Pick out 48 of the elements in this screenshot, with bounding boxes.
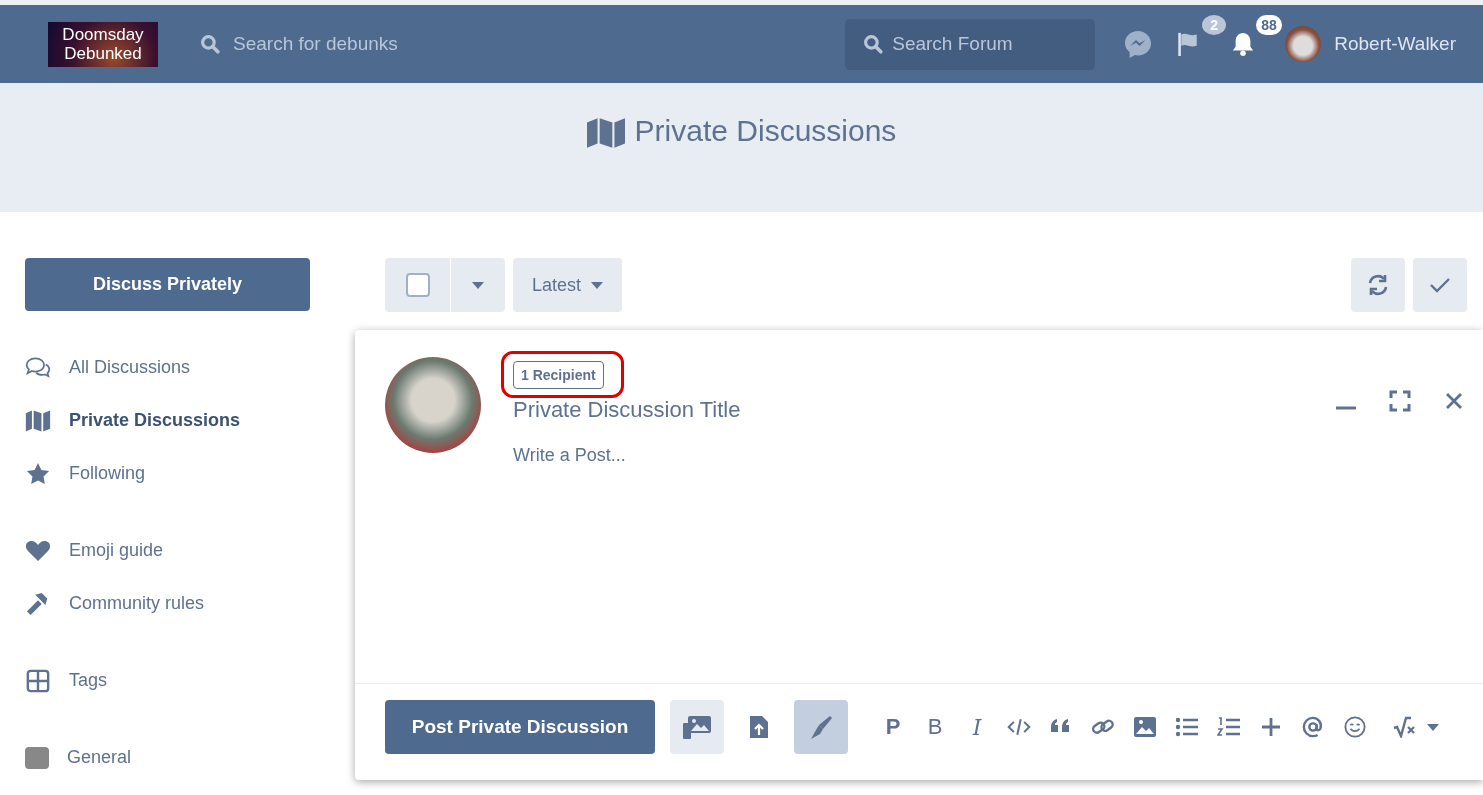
map-icon [25, 408, 51, 433]
images-icon [682, 714, 712, 740]
discuss-privately-button[interactable]: Discuss Privately [25, 258, 310, 311]
square-root-dropdown-icon[interactable] [1393, 716, 1441, 738]
username[interactable]: Robert-Walker [1334, 33, 1456, 55]
count-badge: 2 [1202, 15, 1227, 35]
caret-icon [591, 281, 604, 289]
search-icon [200, 33, 221, 55]
comments-icon [25, 355, 51, 380]
search-icon [863, 33, 885, 55]
pen-button[interactable] [794, 700, 848, 754]
format-button[interactable]: B [923, 714, 947, 740]
nav-item[interactable]: Following [25, 447, 310, 500]
smiley-icon[interactable] [1343, 716, 1367, 738]
at-sign-icon[interactable] [1301, 716, 1325, 738]
image-icon[interactable] [1133, 716, 1157, 738]
bullet-list-icon[interactable] [1175, 716, 1199, 738]
nav-item[interactable]: Tags [25, 654, 310, 707]
format-button[interactable]: P [881, 714, 905, 740]
refresh-icon [1366, 273, 1390, 297]
post-private-discussion-button[interactable]: Post Private Discussion [385, 700, 655, 754]
star-icon [25, 461, 51, 486]
heart-icon [25, 538, 51, 563]
avatar[interactable] [1285, 26, 1322, 62]
nav-item[interactable]: General [25, 731, 310, 784]
nav-item[interactable]: Private Discussions [25, 394, 310, 447]
refresh-button[interactable] [1351, 258, 1405, 312]
sort-dropdown[interactable]: Latest [513, 258, 623, 312]
select-all-checkbox[interactable] [385, 258, 450, 312]
page-title: Private Discussions [634, 114, 897, 148]
nav-item[interactable]: Community rules [25, 577, 310, 630]
search-field[interactable]: Search for debunks [231, 32, 485, 56]
nav-item[interactable]: Emoji guide [25, 524, 310, 577]
fullscreen-icon[interactable] [1389, 390, 1411, 412]
numbered-list-icon[interactable] [1217, 716, 1241, 738]
site-logo[interactable]: Doomsday Debunked [48, 21, 158, 67]
count-badge: 88 [1256, 15, 1282, 35]
nav-item[interactable]: All Discussions [25, 341, 310, 394]
search-field[interactable]: Search Forum [845, 18, 1096, 70]
gallery-button[interactable] [670, 700, 724, 754]
chat-bubble-icon[interactable] [1123, 29, 1154, 59]
grid-icon [25, 668, 51, 693]
plus-icon[interactable] [1259, 716, 1283, 738]
code-icon[interactable] [1007, 716, 1031, 738]
recipients-badge[interactable]: 1 Recipient [513, 361, 604, 389]
map-icon [586, 117, 625, 149]
caret-icon [472, 281, 484, 289]
format-button[interactable]: I [965, 714, 989, 740]
